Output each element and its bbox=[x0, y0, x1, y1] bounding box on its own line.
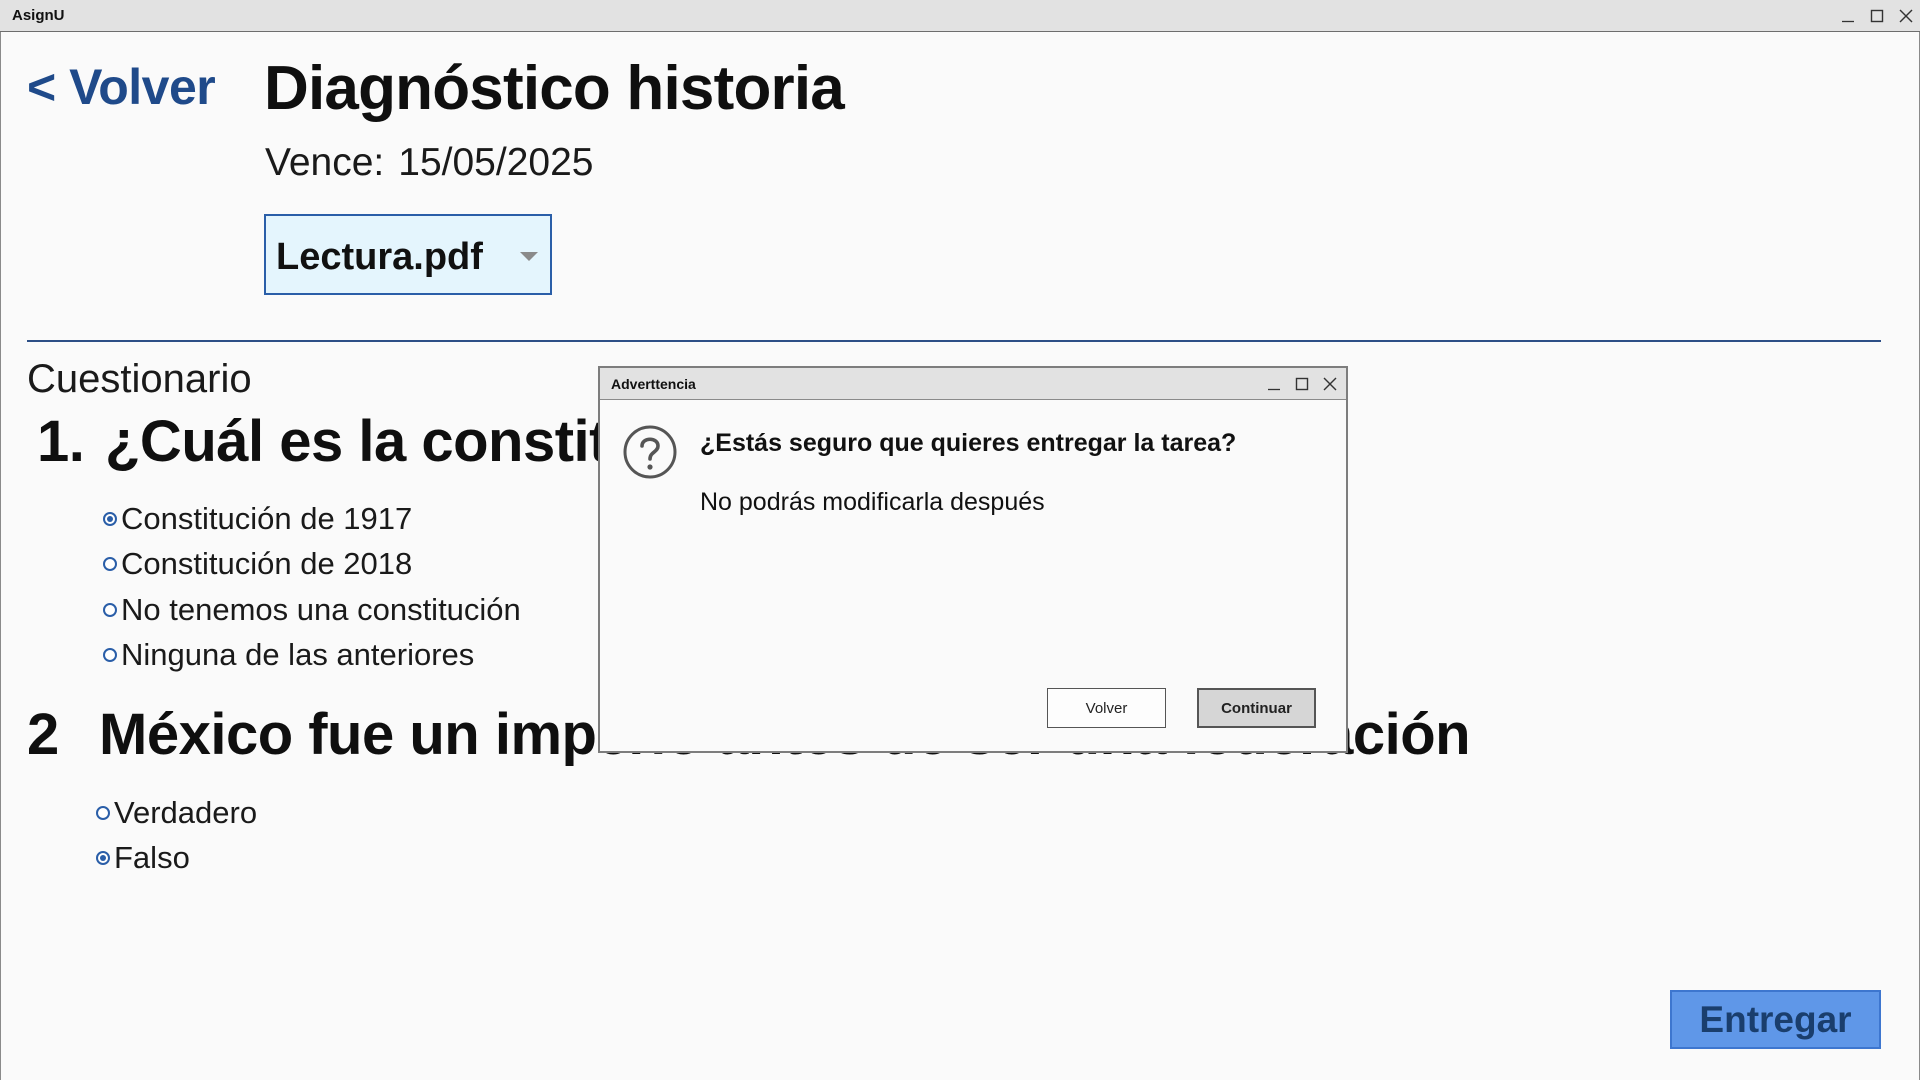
close-icon[interactable] bbox=[1316, 368, 1344, 399]
warning-dialog: Adverttencia ¿Estás seguro que quieres e… bbox=[598, 366, 1348, 753]
minimize-icon[interactable] bbox=[1260, 368, 1288, 399]
file-dropdown-value: Lectura.pdf bbox=[276, 236, 483, 278]
file-dropdown[interactable]: Lectura.pdf bbox=[264, 214, 552, 295]
option-label: Verdadero bbox=[114, 794, 258, 830]
question-icon bbox=[623, 425, 677, 479]
dialog-message: No podrás modificarla después bbox=[700, 488, 1045, 516]
question-options: Constitución de 1917 Constitución de 201… bbox=[103, 496, 521, 678]
back-link[interactable]: < Volver bbox=[27, 58, 216, 116]
radio-button[interactable] bbox=[96, 805, 110, 820]
due-label: Vence: bbox=[265, 141, 385, 184]
radio-button[interactable] bbox=[103, 557, 117, 572]
option-label: No tenemos una constitución bbox=[121, 591, 521, 627]
radio-option[interactable]: Verdadero bbox=[96, 790, 257, 836]
option-label: Constitución de 1917 bbox=[121, 500, 413, 536]
radio-button[interactable] bbox=[103, 602, 117, 617]
chevron-down-icon bbox=[520, 252, 538, 261]
maximize-icon[interactable] bbox=[1288, 368, 1316, 399]
radio-option[interactable]: No tenemos una constitución bbox=[103, 587, 521, 633]
radio-option[interactable]: Falso bbox=[96, 836, 257, 882]
due-date: Vence: 15/05/2025 bbox=[265, 141, 593, 185]
dialog-window-controls bbox=[1260, 368, 1344, 400]
section-title: Cuestionario bbox=[27, 357, 252, 401]
dialog-back-button[interactable]: Volver bbox=[1047, 688, 1166, 728]
page-title: Diagnóstico historia bbox=[264, 54, 845, 123]
radio-option[interactable]: Ninguna de las anteriores bbox=[103, 633, 521, 679]
radio-option[interactable]: Constitución de 2018 bbox=[103, 542, 521, 588]
question-options: Verdadero Falso bbox=[96, 790, 257, 881]
due-value: 15/05/2025 bbox=[398, 141, 594, 184]
maximize-icon[interactable] bbox=[1862, 0, 1891, 32]
radio-button[interactable] bbox=[96, 851, 110, 866]
dialog-continue-button[interactable]: Continuar bbox=[1197, 688, 1316, 728]
question-number: 1. bbox=[37, 409, 85, 474]
dialog-titlebar: Adverttencia bbox=[600, 368, 1346, 400]
submit-button[interactable]: Entregar bbox=[1670, 990, 1881, 1049]
close-icon[interactable] bbox=[1891, 0, 1920, 32]
radio-button[interactable] bbox=[103, 648, 117, 663]
window-controls bbox=[1833, 0, 1920, 32]
radio-option[interactable]: Constitución de 1917 bbox=[103, 496, 521, 542]
dialog-title: Adverttencia bbox=[611, 376, 696, 392]
option-label: Constitución de 2018 bbox=[121, 546, 413, 582]
divider bbox=[27, 340, 1881, 342]
option-label: Ninguna de las anteriores bbox=[121, 637, 475, 673]
window-titlebar: AsignU bbox=[0, 0, 1920, 32]
dialog-heading: ¿Estás seguro que quieres entregar la ta… bbox=[700, 429, 1237, 457]
app-title: AsignU bbox=[12, 7, 65, 24]
radio-button[interactable] bbox=[103, 511, 117, 526]
question-number: 2 bbox=[27, 702, 59, 767]
option-label: Falso bbox=[114, 840, 190, 876]
minimize-icon[interactable] bbox=[1833, 0, 1862, 32]
